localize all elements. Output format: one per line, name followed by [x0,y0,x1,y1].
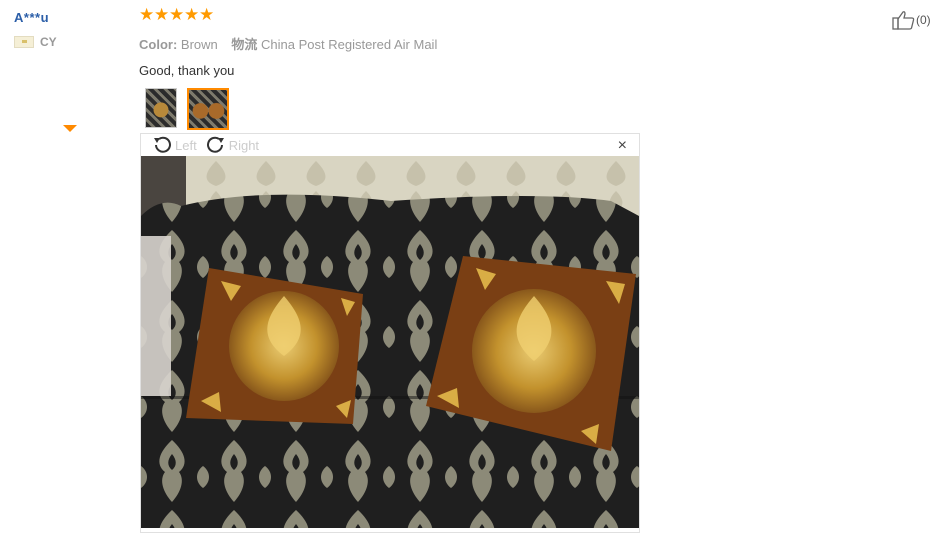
thumbs-up-icon [892,11,915,30]
review-photo [141,156,639,528]
image-viewer-toolbar: Left Right × [141,134,639,156]
review-photo-image [141,156,639,528]
shipping-label: 物流 [231,37,258,52]
close-icon[interactable]: × [618,137,627,155]
order-attributes: Color: Brown 物流 China Post Registered Ai… [139,34,659,53]
rotate-left-icon [154,136,171,153]
review-body: ★ ★ ★ ★ ★ Color: Brown 物流 China Post Reg… [139,5,659,130]
star-icon: ★ [184,5,200,24]
pillow-left [186,268,363,424]
star-icon: ★ [139,5,155,24]
star-rating: ★ ★ ★ ★ ★ [139,5,659,26]
review-thumbnail-selected[interactable] [187,88,229,130]
star-icon: ★ [154,5,170,24]
star-icon: ★ [169,5,185,24]
rotate-right-button[interactable]: Right [205,135,259,155]
review-text: Good, thank you [139,63,235,78]
color-value: Brown [180,37,218,52]
image-viewer: Left Right × [140,133,640,533]
color-label: Color: [139,37,178,52]
reviewer-country: CY [14,35,124,49]
helpful-button[interactable]: (0) [892,10,931,30]
selected-thumbnail-pointer [63,125,77,132]
star-icon: ★ [199,5,215,24]
reviewer-info: A***u CY [14,10,124,49]
rotate-right-label: Right [228,137,260,153]
rotate-right-icon [206,136,224,153]
review-thumbnails [145,88,659,130]
review-thumbnail[interactable] [145,88,177,128]
rotate-left-button[interactable]: Left [151,135,197,155]
country-flag-icon [14,36,34,48]
shipping-value: China Post Registered Air Mail [261,37,438,52]
reviewer-name: A***u [14,10,50,25]
helpful-count: (0) [916,13,931,27]
country-code: CY [40,35,57,49]
rotate-left-label: Left [175,137,197,153]
